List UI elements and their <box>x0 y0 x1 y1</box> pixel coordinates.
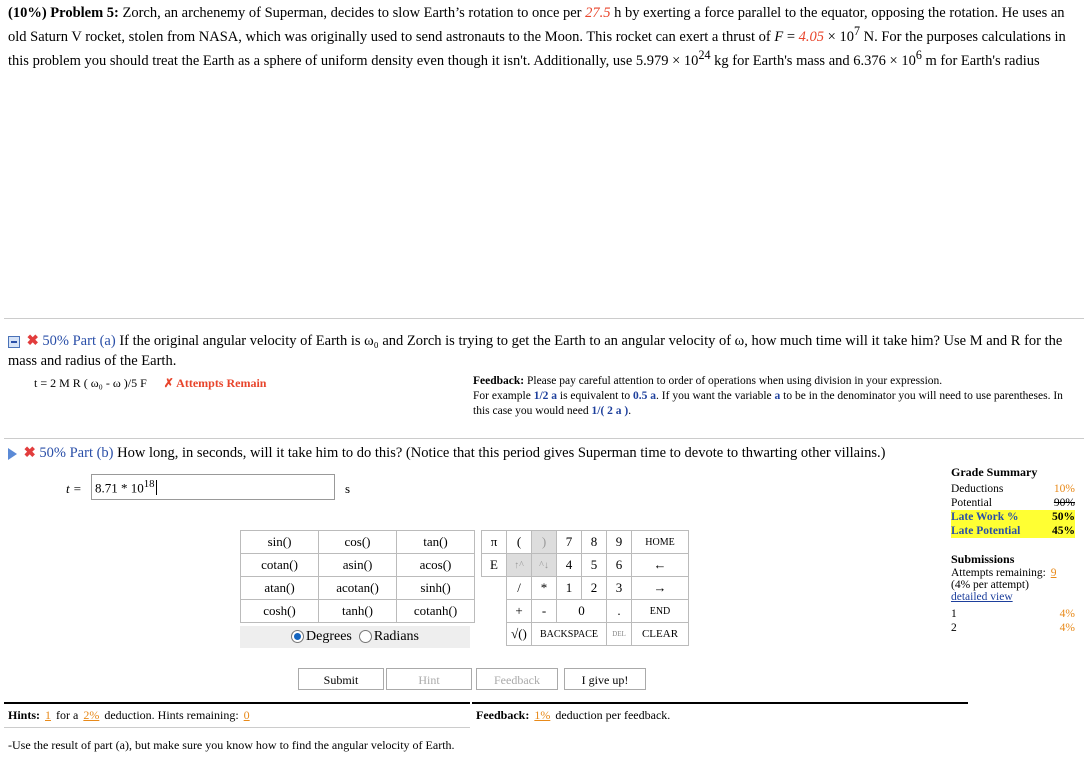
key-up[interactable]: ↑^ <box>506 553 532 577</box>
key-clear[interactable]: CLEAR <box>631 622 689 646</box>
detailed-view-link[interactable]: detailed view <box>951 591 1076 603</box>
key-3[interactable]: 3 <box>606 576 632 600</box>
answer-unit: s <box>345 481 351 496</box>
key-backspace[interactable]: BACKSPACE <box>531 622 607 646</box>
key-dot[interactable]: . <box>606 599 632 623</box>
key-open-paren[interactable]: ( <box>506 530 532 554</box>
radians-radio[interactable] <box>358 630 372 644</box>
key-atan[interactable]: atan() <box>240 576 319 600</box>
attempts-remaining: 9 <box>1050 567 1057 579</box>
divider <box>4 318 1084 319</box>
period-value: 27.5 <box>585 5 611 21</box>
key-sqrt[interactable]: √() <box>506 622 532 646</box>
part-b-header: 50% Part (b) <box>39 445 114 461</box>
hint-button[interactable]: Hint <box>386 668 472 690</box>
key-cotan[interactable]: cotan() <box>240 553 319 577</box>
deductions-value: 10% <box>1053 483 1075 495</box>
part-a-question: ✖ 50% Part (a) If the original angular v… <box>8 333 1063 369</box>
key-tan[interactable]: tan() <box>396 530 475 554</box>
give-up-button[interactable]: I give up! <box>564 668 646 690</box>
key-multiply[interactable]: * <box>531 576 557 600</box>
key-cosh[interactable]: cosh() <box>240 599 319 623</box>
part-b-question: ✖ 50% Part (b) How long, in seconds, wil… <box>8 443 1084 463</box>
key-acos[interactable]: acos() <box>396 553 475 577</box>
key-8[interactable]: 8 <box>581 530 607 554</box>
feedback-button[interactable]: Feedback <box>476 668 558 690</box>
submissions-title: Submissions <box>951 552 1015 566</box>
answer-variable: t = <box>66 481 82 496</box>
key-2[interactable]: 2 <box>581 576 607 600</box>
attempts-status: ✗ Attempts Remain <box>163 376 267 390</box>
key-1[interactable]: 1 <box>556 576 582 600</box>
key-9[interactable]: 9 <box>606 530 632 554</box>
incorrect-icon: ✖ <box>23 445 36 461</box>
key-7[interactable]: 7 <box>556 530 582 554</box>
problem-header: (10%) Problem 5: <box>8 5 119 21</box>
degrees-radio[interactable] <box>291 630 304 644</box>
collapse-icon[interactable] <box>8 335 20 348</box>
potential-value: 90% <box>1053 497 1075 509</box>
incorrect-icon: ✖ <box>26 333 39 349</box>
key-left[interactable]: ← <box>631 553 689 577</box>
answer-input[interactable]: 8.71 * 1018 <box>91 474 335 500</box>
key-plus[interactable]: + <box>506 599 532 623</box>
part-a-answer: t = 2 M R ( ω₀ - ω )/5 F ✗ Attempts Rema… <box>34 376 267 390</box>
angle-mode: Degrees Radians <box>240 626 470 648</box>
grade-title: Grade Summary <box>951 465 1038 479</box>
key-6[interactable]: 6 <box>606 553 632 577</box>
key-0[interactable]: 0 <box>556 599 607 623</box>
late-work-value: 50% <box>1052 511 1075 523</box>
submit-button[interactable]: Submit <box>298 668 384 690</box>
key-cos[interactable]: cos() <box>318 530 397 554</box>
key-e[interactable]: E <box>481 553 507 577</box>
divider <box>4 727 470 728</box>
per-attempt: (4% per attempt) <box>951 579 1029 591</box>
part-a-feedback: Feedback: Please pay careful attention t… <box>473 375 1063 417</box>
key-divide[interactable]: / <box>506 576 532 600</box>
key-pi[interactable]: π <box>481 530 507 554</box>
key-acotan[interactable]: acotan() <box>318 576 397 600</box>
key-down[interactable]: ^↓ <box>531 553 557 577</box>
key-sin[interactable]: sin() <box>240 530 319 554</box>
key-right[interactable]: → <box>631 576 689 600</box>
key-asin[interactable]: asin() <box>318 553 397 577</box>
key-5[interactable]: 5 <box>581 553 607 577</box>
hints-bar: Hints: 1 for a 2% deduction. Hints remai… <box>4 702 470 728</box>
grade-summary: Grade Summary Deductions 10% Potential 90%… <box>951 465 1076 634</box>
force-value: 4.05 <box>798 28 825 45</box>
hint-text: -Use the result of part (a), but make su… <box>8 738 455 752</box>
key-cotanh[interactable]: cotanh() <box>396 599 475 623</box>
late-potential-value: 45% <box>1052 525 1075 537</box>
key-close-paren[interactable]: ) <box>531 530 557 554</box>
expand-icon[interactable] <box>8 447 17 460</box>
key-end[interactable]: END <box>631 599 689 623</box>
part-a-header: 50% Part (a) <box>42 333 116 349</box>
key-home[interactable]: HOME <box>631 530 689 554</box>
problem-statement: (10%) Problem 5: Zorch, an archenemy of … <box>8 5 1066 69</box>
divider <box>4 438 1084 439</box>
key-4[interactable]: 4 <box>556 553 582 577</box>
key-del[interactable]: DEL <box>606 622 632 646</box>
key-minus[interactable]: - <box>531 599 557 623</box>
key-tanh[interactable]: tanh() <box>318 599 397 623</box>
feedback-bar: Feedback: 1% deduction per feedback. <box>472 702 968 727</box>
key-sinh[interactable]: sinh() <box>396 576 475 600</box>
